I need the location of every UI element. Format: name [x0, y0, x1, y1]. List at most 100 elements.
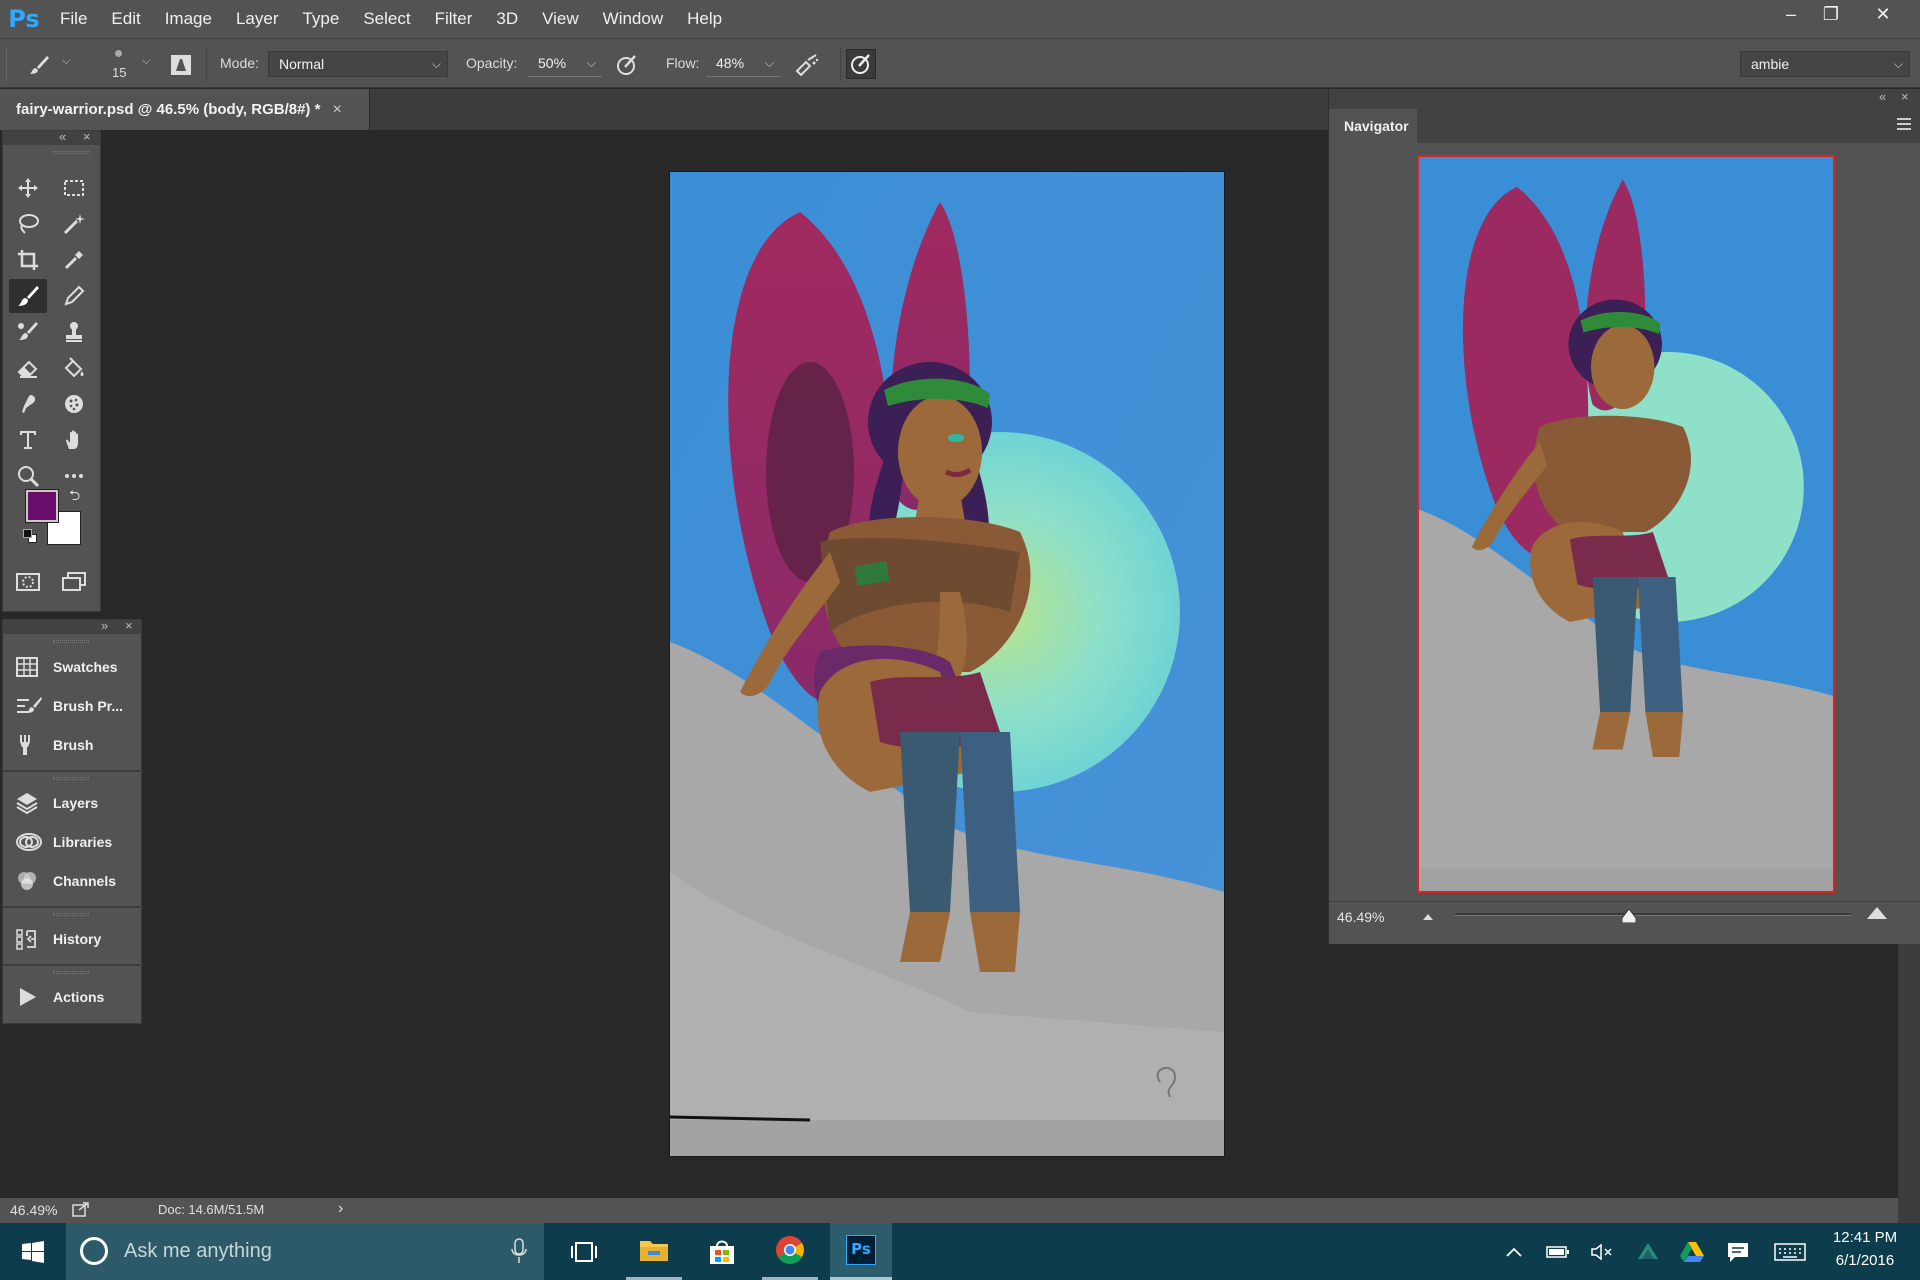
- onedrive-button[interactable]: [1634, 1223, 1662, 1280]
- crop-tool[interactable]: [9, 243, 47, 277]
- menu-help[interactable]: Help: [675, 0, 734, 38]
- photoshop-taskbar-button[interactable]: Ps: [830, 1223, 892, 1280]
- zoom-slider-track[interactable]: [1455, 908, 1851, 924]
- action-center-button[interactable]: [1724, 1223, 1752, 1280]
- cortana-search-box[interactable]: Ask me anything: [66, 1223, 544, 1280]
- menu-3d[interactable]: 3D: [484, 0, 530, 38]
- tab-navigator[interactable]: Navigator: [1329, 109, 1417, 143]
- zoom-slider-thumb[interactable]: [1621, 908, 1637, 924]
- touch-keyboard-button[interactable]: [1772, 1223, 1808, 1280]
- brush-tool[interactable]: [9, 279, 47, 313]
- dock-item-libraries[interactable]: Libraries: [3, 823, 143, 861]
- paint-bucket-tool[interactable]: [55, 351, 93, 385]
- battery-button[interactable]: [1544, 1223, 1572, 1280]
- close-icon[interactable]: ×: [83, 129, 91, 144]
- divider: [1329, 901, 1920, 902]
- task-view-button[interactable]: [556, 1223, 612, 1280]
- close-window-button[interactable]: ✕: [1860, 0, 1906, 30]
- healing-brush-tool[interactable]: [9, 315, 47, 349]
- microphone-icon[interactable]: [510, 1237, 528, 1270]
- lasso-tool[interactable]: [9, 207, 47, 241]
- menu-type[interactable]: Type: [290, 0, 351, 38]
- brush-panel-toggle[interactable]: [168, 52, 194, 78]
- flow-field[interactable]: 48% ⌵: [706, 51, 780, 77]
- file-explorer-button[interactable]: [626, 1223, 682, 1280]
- dock-item-swatches[interactable]: Swatches: [3, 648, 143, 686]
- magic-wand-tool[interactable]: [55, 207, 93, 241]
- opacity-field[interactable]: 50% ⌵: [528, 51, 602, 77]
- hand-tool[interactable]: [55, 423, 93, 457]
- show-hidden-icons-button[interactable]: [1500, 1223, 1528, 1280]
- sponge-tool[interactable]: [55, 387, 93, 421]
- share-icon[interactable]: [72, 1201, 90, 1220]
- menu-layer[interactable]: Layer: [224, 0, 291, 38]
- menu-file[interactable]: File: [48, 0, 99, 38]
- expand-icon[interactable]: »: [101, 618, 108, 633]
- pressure-size-button[interactable]: [846, 49, 876, 79]
- store-button[interactable]: [694, 1223, 750, 1280]
- document-canvas[interactable]: [670, 172, 1224, 1156]
- collapse-icon[interactable]: «: [59, 129, 66, 144]
- navigator-preview[interactable]: [1417, 155, 1835, 893]
- start-button[interactable]: [0, 1223, 66, 1280]
- brush-size-value[interactable]: 15: [112, 65, 126, 80]
- swap-colors-icon[interactable]: ⮌: [69, 485, 80, 509]
- pencil-tool[interactable]: [55, 279, 93, 313]
- tool-preset-picker[interactable]: [26, 52, 52, 78]
- dock-item-channels[interactable]: Channels: [3, 862, 143, 900]
- clock[interactable]: 12:41 PM 6/1/2016: [1822, 1229, 1908, 1269]
- mode-select[interactable]: Normal ⌵: [268, 51, 448, 77]
- document-tab[interactable]: fairy-warrior.psd @ 46.5% (body, RGB/8#)…: [0, 89, 370, 130]
- foreground-color-swatch[interactable]: [25, 489, 59, 523]
- dock-item-layers[interactable]: Layers: [3, 784, 143, 822]
- dock-grip[interactable]: [53, 971, 89, 974]
- marquee-tool[interactable]: [55, 171, 93, 205]
- dock-grip[interactable]: [53, 777, 89, 780]
- zoom-in-icon[interactable]: [1865, 903, 1889, 926]
- menu-view[interactable]: View: [530, 0, 591, 38]
- google-drive-icon: [1680, 1241, 1704, 1262]
- collapse-icon[interactable]: «: [1879, 89, 1886, 104]
- pressure-opacity-button[interactable]: [614, 52, 640, 78]
- volume-button[interactable]: [1588, 1223, 1616, 1280]
- chrome-button[interactable]: [762, 1223, 818, 1280]
- dock-item-brush[interactable]: Brush: [3, 726, 143, 764]
- status-menu-arrow[interactable]: ›: [338, 1200, 343, 1218]
- panel-menu-icon[interactable]: [1897, 118, 1911, 130]
- workspace-select[interactable]: ambie ⌵: [1740, 51, 1910, 77]
- menu-select[interactable]: Select: [351, 0, 422, 38]
- airbrush-button[interactable]: [794, 52, 820, 78]
- clone-stamp-tool[interactable]: [55, 315, 93, 349]
- brush-tip-preview[interactable]: [112, 47, 126, 61]
- smudge-tool[interactable]: [9, 387, 47, 421]
- restore-button[interactable]: ❐: [1808, 0, 1854, 30]
- close-icon[interactable]: ×: [125, 618, 133, 633]
- menu-filter[interactable]: Filter: [423, 0, 485, 38]
- dock-grip[interactable]: [53, 913, 89, 916]
- menu-edit[interactable]: Edit: [99, 0, 152, 38]
- eyedropper-tool[interactable]: [55, 243, 93, 277]
- type-tool[interactable]: [9, 423, 47, 457]
- dock-item-brush-presets[interactable]: Brush Pr...: [3, 687, 143, 725]
- navigator-zoom-value[interactable]: 46.49%: [1337, 909, 1384, 925]
- chevron-down-icon[interactable]: ⌵: [142, 55, 150, 68]
- toolbox-grip[interactable]: [53, 151, 89, 154]
- zoom-out-icon[interactable]: [1421, 909, 1435, 927]
- dock-item-history[interactable]: History: [3, 920, 143, 958]
- dock-item-actions[interactable]: Actions: [3, 978, 143, 1016]
- close-document-icon[interactable]: ×: [332, 101, 341, 119]
- screen-mode-button[interactable]: [55, 565, 93, 599]
- google-drive-button[interactable]: [1678, 1223, 1706, 1280]
- chevron-down-icon[interactable]: ⌵: [62, 55, 70, 68]
- dock-grip[interactable]: [53, 640, 89, 643]
- close-icon[interactable]: ×: [1901, 89, 1909, 104]
- move-tool[interactable]: [9, 171, 47, 205]
- status-zoom[interactable]: 46.49%: [10, 1202, 57, 1218]
- menu-window[interactable]: Window: [591, 0, 675, 38]
- eraser-tool[interactable]: [9, 351, 47, 385]
- zoom-tool[interactable]: [9, 459, 47, 493]
- quick-mask-button[interactable]: [9, 565, 47, 599]
- dock-item-label: Libraries: [53, 834, 113, 850]
- menu-image[interactable]: Image: [153, 0, 224, 38]
- default-colors-icon[interactable]: [23, 529, 37, 543]
